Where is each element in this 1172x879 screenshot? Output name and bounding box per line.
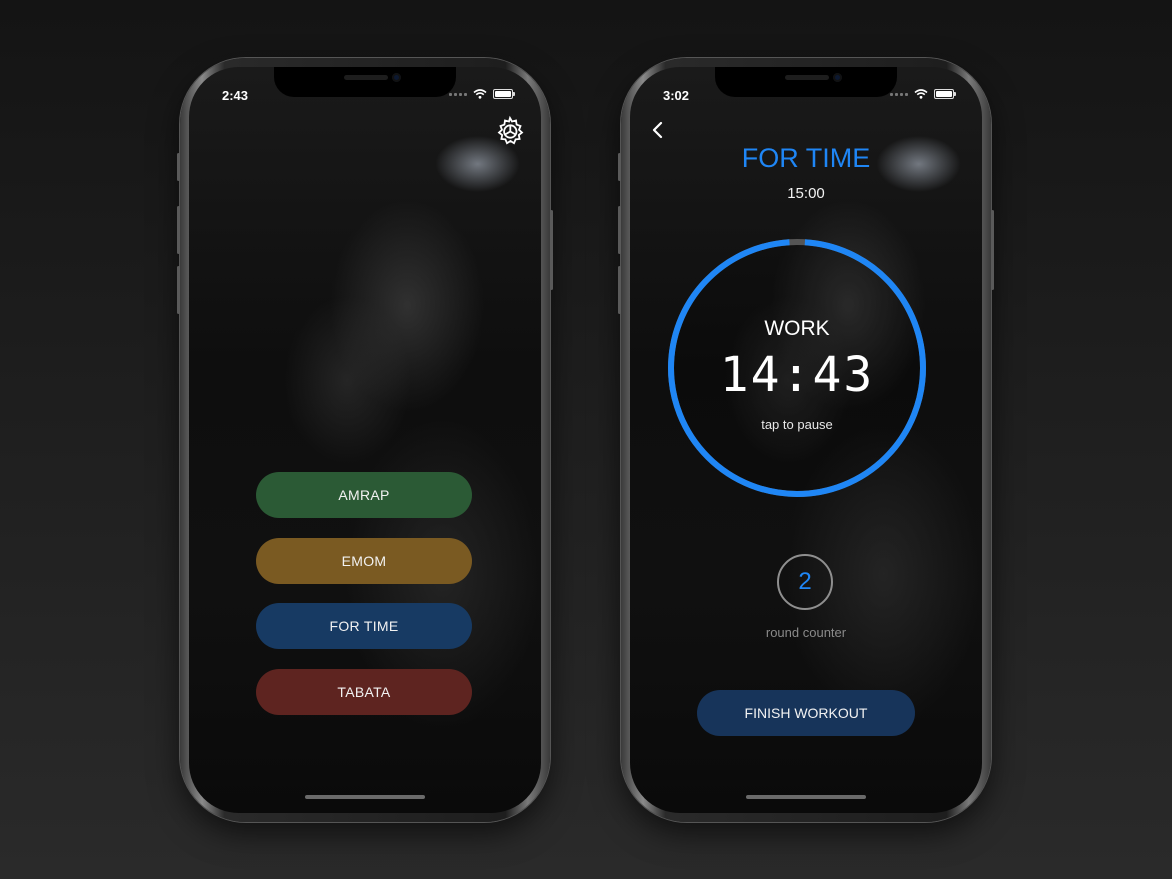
wifi-icon bbox=[473, 89, 487, 99]
power-button bbox=[550, 210, 553, 290]
mute-switch bbox=[177, 153, 180, 181]
phase-label: WORK bbox=[764, 317, 830, 340]
cellular-signal-icon bbox=[449, 92, 467, 96]
wifi-icon bbox=[914, 89, 928, 99]
status-time: 3:02 bbox=[663, 88, 690, 103]
notch bbox=[274, 67, 456, 97]
front-camera bbox=[833, 73, 842, 82]
finish-workout-button[interactable]: FINISH WORKOUT bbox=[697, 690, 915, 736]
volume-down-button bbox=[177, 266, 180, 314]
workout-title: FOR TIME bbox=[741, 143, 871, 173]
round-counter-button[interactable]: 2 bbox=[777, 554, 833, 610]
volume-down-button bbox=[618, 266, 621, 314]
amrap-button[interactable]: AMRAP bbox=[256, 472, 472, 518]
status-icons bbox=[890, 89, 956, 99]
emom-button[interactable]: EMOM bbox=[256, 538, 472, 584]
status-time: 2:43 bbox=[222, 88, 249, 103]
speaker bbox=[344, 75, 388, 80]
home-indicator[interactable] bbox=[746, 795, 866, 799]
notch bbox=[715, 67, 897, 97]
workout-duration: 15:00 bbox=[787, 185, 825, 202]
status-icons bbox=[449, 89, 515, 99]
gear-icon[interactable] bbox=[494, 115, 526, 147]
power-button bbox=[991, 210, 994, 290]
battery-icon bbox=[493, 89, 515, 99]
volume-up-button bbox=[618, 206, 621, 254]
for-time-button[interactable]: FOR TIME bbox=[256, 603, 472, 649]
speaker bbox=[785, 75, 829, 80]
chevron-left-icon[interactable] bbox=[650, 119, 666, 141]
timer-screen: 3:02 FOR TIME 15:00 WORK 14:43 tap to pa… bbox=[630, 67, 982, 813]
home-indicator[interactable] bbox=[305, 795, 425, 799]
front-camera bbox=[392, 73, 401, 82]
battery-icon bbox=[934, 89, 956, 99]
home-screen: 2:43 AMRAP EMOM FOR TIME TABATA bbox=[189, 67, 541, 813]
home-phone: 2:43 AMRAP EMOM FOR TIME TABATA bbox=[177, 58, 553, 822]
mute-switch bbox=[618, 153, 621, 181]
cellular-signal-icon bbox=[890, 92, 908, 96]
tap-to-pause-hint: tap to pause bbox=[761, 417, 833, 432]
volume-up-button bbox=[177, 206, 180, 254]
countdown-time: 14:43 bbox=[719, 347, 875, 403]
round-counter-label: round counter bbox=[765, 625, 847, 640]
timer-display[interactable]: WORK 14:43 tap to pause bbox=[666, 237, 928, 499]
tabata-button[interactable]: TABATA bbox=[256, 669, 472, 715]
timer-phone: 3:02 FOR TIME 15:00 WORK 14:43 tap to pa… bbox=[618, 58, 994, 822]
